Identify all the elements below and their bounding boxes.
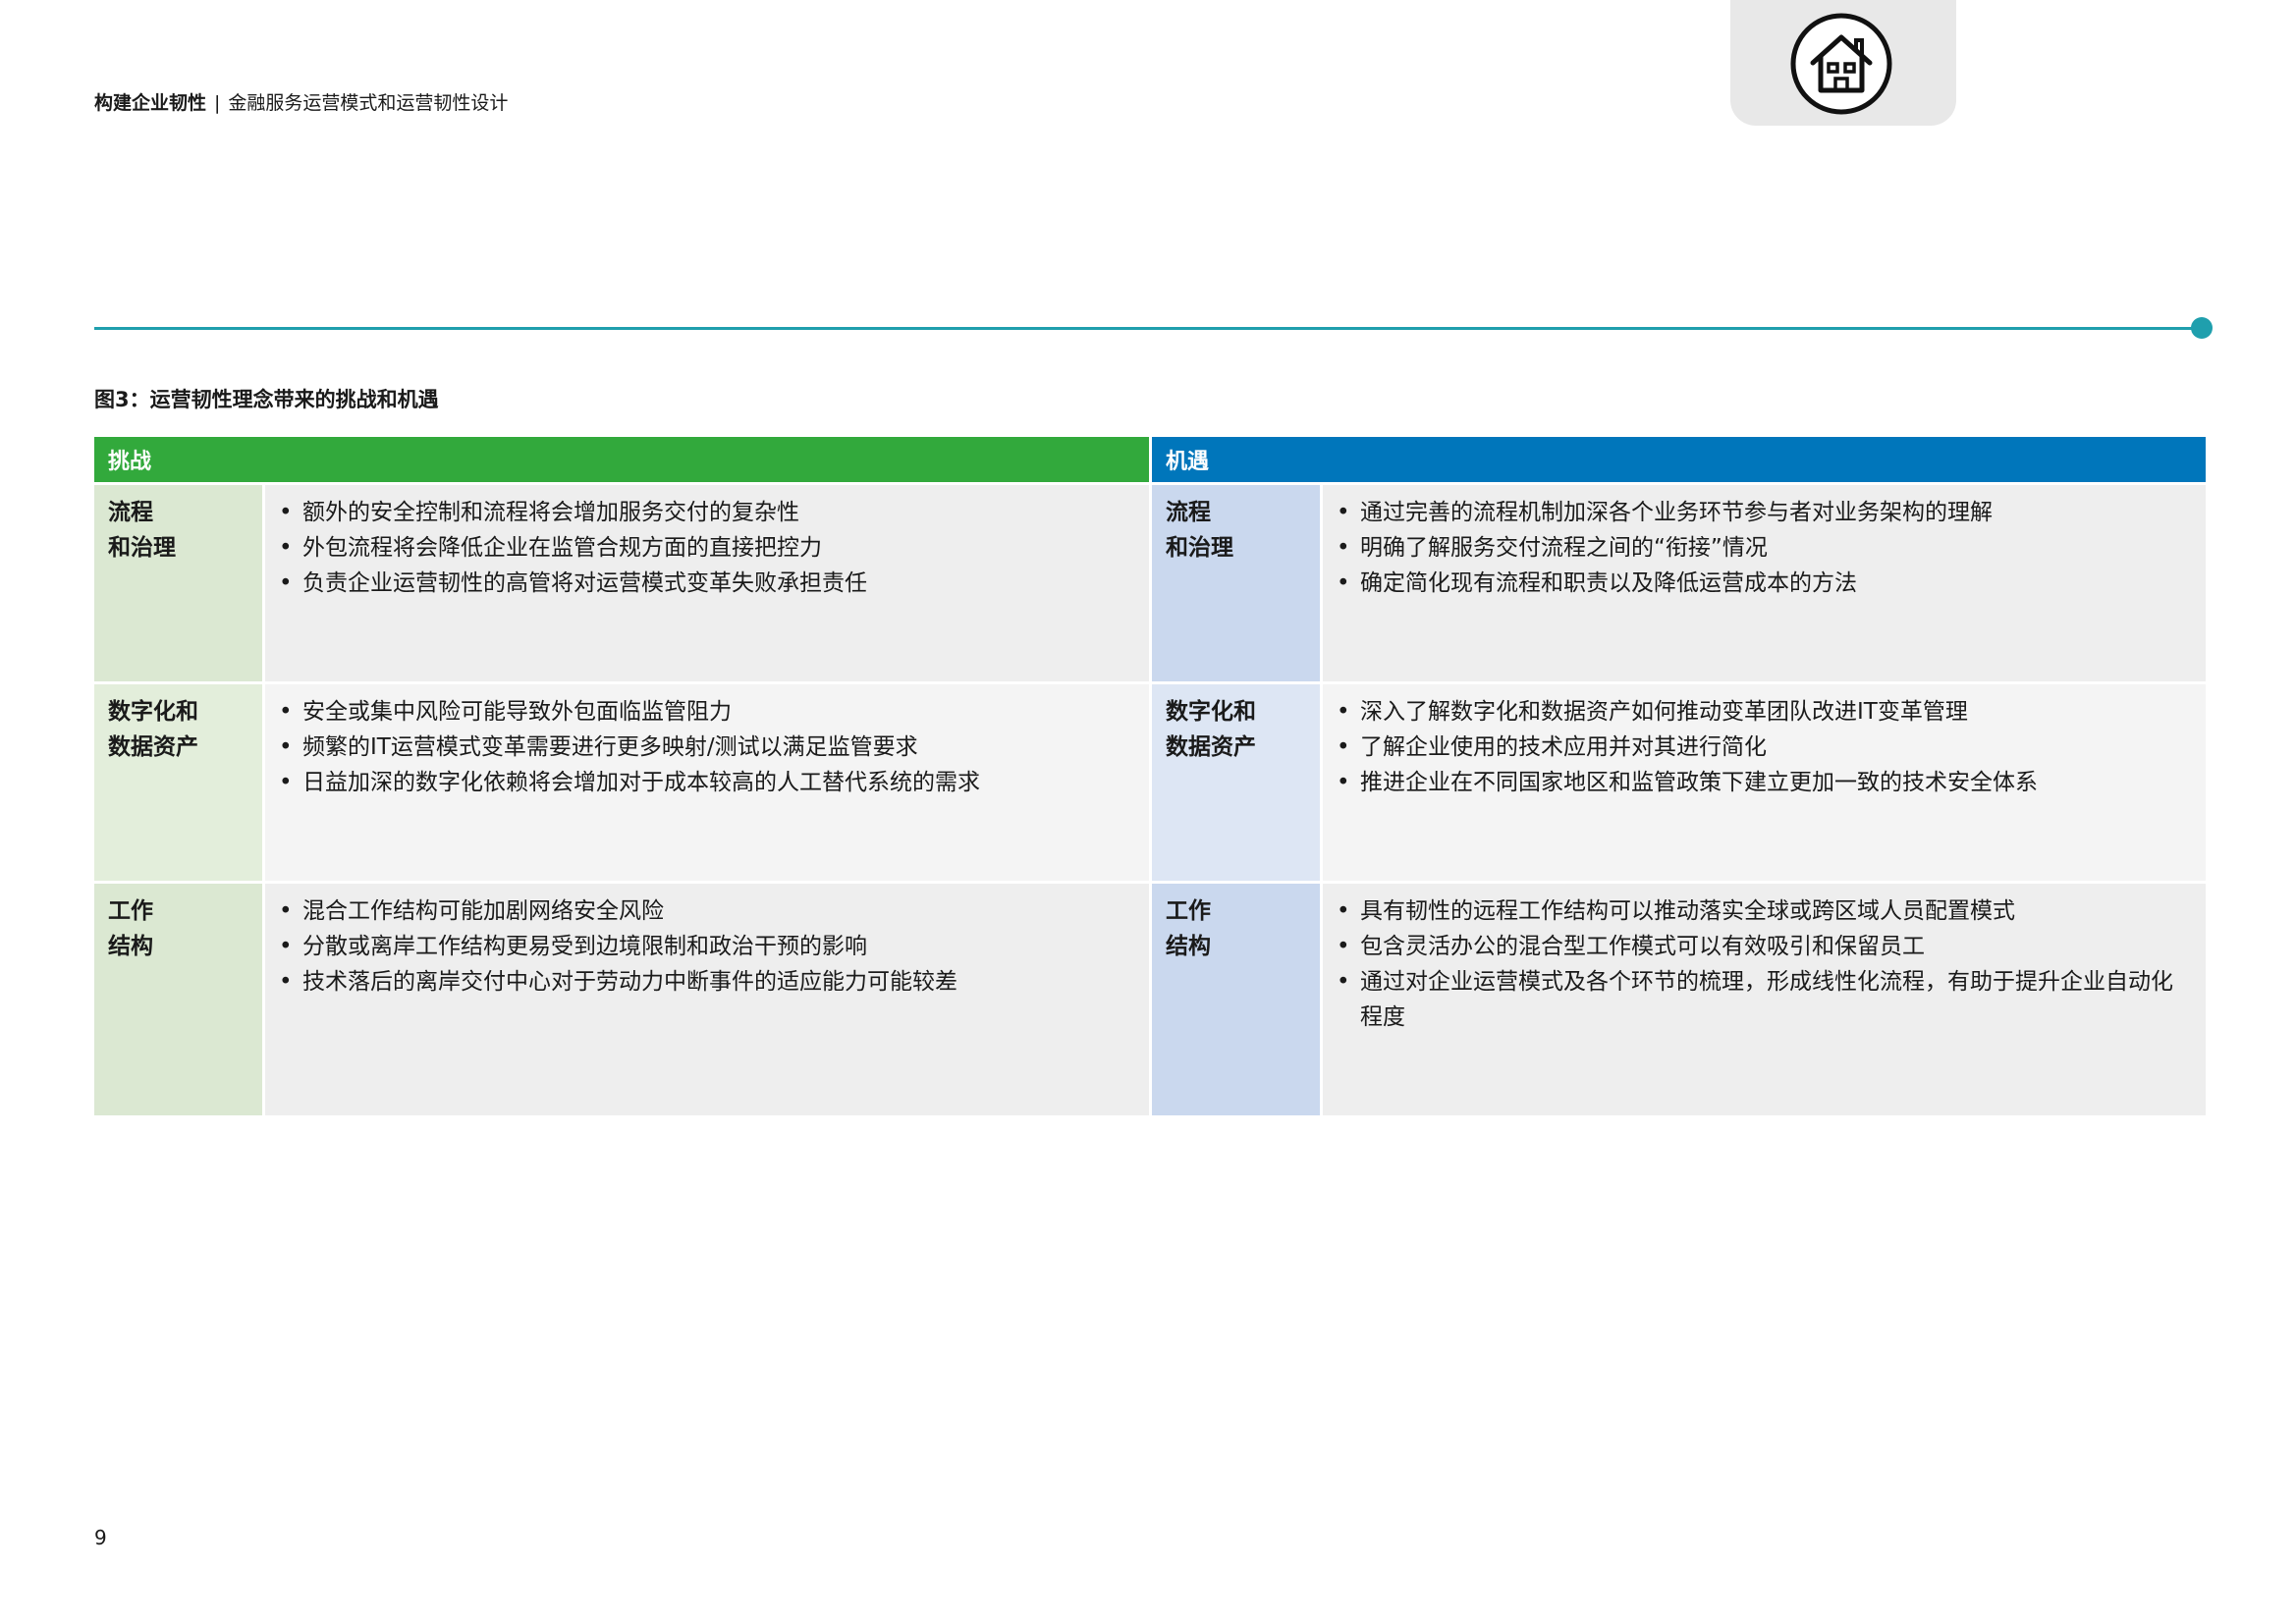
opportunity-list: 通过完善的流程机制加深各个业务环节参与者对业务架构的理解 明确了解服务交付流程之…	[1323, 485, 2207, 681]
list-item: 安全或集中风险可能导致外包面临监管阻力	[279, 694, 1135, 730]
document-subtitle: 金融服务运营模式和运营韧性设计	[228, 92, 509, 114]
opportunity-category: 数字化和 数据资产	[1152, 684, 1321, 881]
list-item: 负责企业运营韧性的高管将对运营模式变革失败承担责任	[279, 566, 1135, 601]
list-item: 明确了解服务交付流程之间的“衔接”情况	[1337, 530, 2192, 566]
list-item: 外包流程将会降低企业在监管合规方面的直接把控力	[279, 530, 1135, 566]
challenge-list: 额外的安全控制和流程将会增加服务交付的复杂性 外包流程将会降低企业在监管合规方面…	[265, 485, 1150, 681]
opportunity-list: 深入了解数字化和数据资产如何推动变革团队改进IT变革管理 了解企业使用的技术应用…	[1323, 684, 2207, 881]
list-item: 频繁的IT运营模式变革需要进行更多映射/测试以满足监管要求	[279, 730, 1135, 765]
challenge-category: 工作 结构	[94, 884, 262, 1115]
figure-title: 图3：运营韧性理念带来的挑战和机遇	[94, 388, 439, 411]
table-row: 流程和治理 额外的安全控制和流程将会增加服务交付的复杂性 外包流程将会降低企业在…	[94, 485, 2207, 681]
section-divider	[94, 327, 2198, 330]
list-item: 深入了解数字化和数据资产如何推动变革团队改进IT变革管理	[1337, 694, 2192, 730]
challenge-column-header: 挑战	[94, 437, 1150, 482]
list-item: 推进企业在不同国家地区和监管政策下建立更加一致的技术安全体系	[1337, 765, 2192, 800]
list-item: 包含灵活办公的混合型工作模式可以有效吸引和保留员工	[1337, 929, 2192, 964]
list-item: 具有韧性的远程工作结构可以推动落实全球或跨区域人员配置模式	[1337, 893, 2192, 929]
home-icon[interactable]	[1789, 12, 1893, 116]
header-separator: |	[214, 92, 221, 114]
list-item: 分散或离岸工作结构更易受到边境限制和政治干预的影响	[279, 929, 1135, 964]
section-divider-dot	[2191, 317, 2213, 339]
list-item: 通过完善的流程机制加深各个业务环节参与者对业务架构的理解	[1337, 495, 2192, 530]
table-row: 工作结构 混合工作结构可能加剧网络安全风险 分散或离岸工作结构更易受到边境限制和…	[94, 884, 2207, 1115]
list-item: 确定简化现有流程和职责以及降低运营成本的方法	[1337, 566, 2192, 601]
list-item: 混合工作结构可能加剧网络安全风险	[279, 893, 1135, 929]
list-item: 日益加深的数字化依赖将会增加对于成本较高的人工替代系统的需求	[279, 765, 1135, 800]
list-item: 技术落后的离岸交付中心对于劳动力中断事件的适应能力可能较差	[279, 964, 1135, 1000]
challenge-list: 安全或集中风险可能导致外包面临监管阻力 频繁的IT运营模式变革需要进行更多映射/…	[265, 684, 1150, 881]
running-header: 构建企业韧性 | 金融服务运营模式和运营韧性设计	[94, 90, 508, 116]
opportunity-category: 流程 和治理	[1152, 485, 1321, 681]
opportunity-list: 具有韧性的远程工作结构可以推动落实全球或跨区域人员配置模式 包含灵活办公的混合型…	[1323, 884, 2207, 1115]
table-row: 数字化和数据资产 安全或集中风险可能导致外包面临监管阻力 频繁的IT运营模式变革…	[94, 684, 2207, 881]
list-item: 通过对企业运营模式及各个环节的梳理，形成线性化流程，有助于提升企业自动化程度	[1337, 964, 2192, 1035]
home-tab	[1730, 0, 1956, 126]
challenge-category: 数字化和 数据资产	[94, 684, 262, 881]
list-item: 额外的安全控制和流程将会增加服务交付的复杂性	[279, 495, 1135, 530]
page-number: 9	[94, 1526, 107, 1549]
opportunity-column-header: 机遇	[1152, 437, 2207, 482]
challenge-category: 流程 和治理	[94, 485, 262, 681]
opportunity-category: 工作 结构	[1152, 884, 1321, 1115]
document-title: 构建企业韧性	[94, 92, 207, 114]
challenges-opportunities-table: 挑战 机遇 流程和治理 额外的安全控制和流程将会增加服务交付的复杂性 外包流程将…	[91, 434, 2209, 1118]
challenge-list: 混合工作结构可能加剧网络安全风险 分散或离岸工作结构更易受到边境限制和政治干预的…	[265, 884, 1150, 1115]
list-item: 了解企业使用的技术应用并对其进行简化	[1337, 730, 2192, 765]
